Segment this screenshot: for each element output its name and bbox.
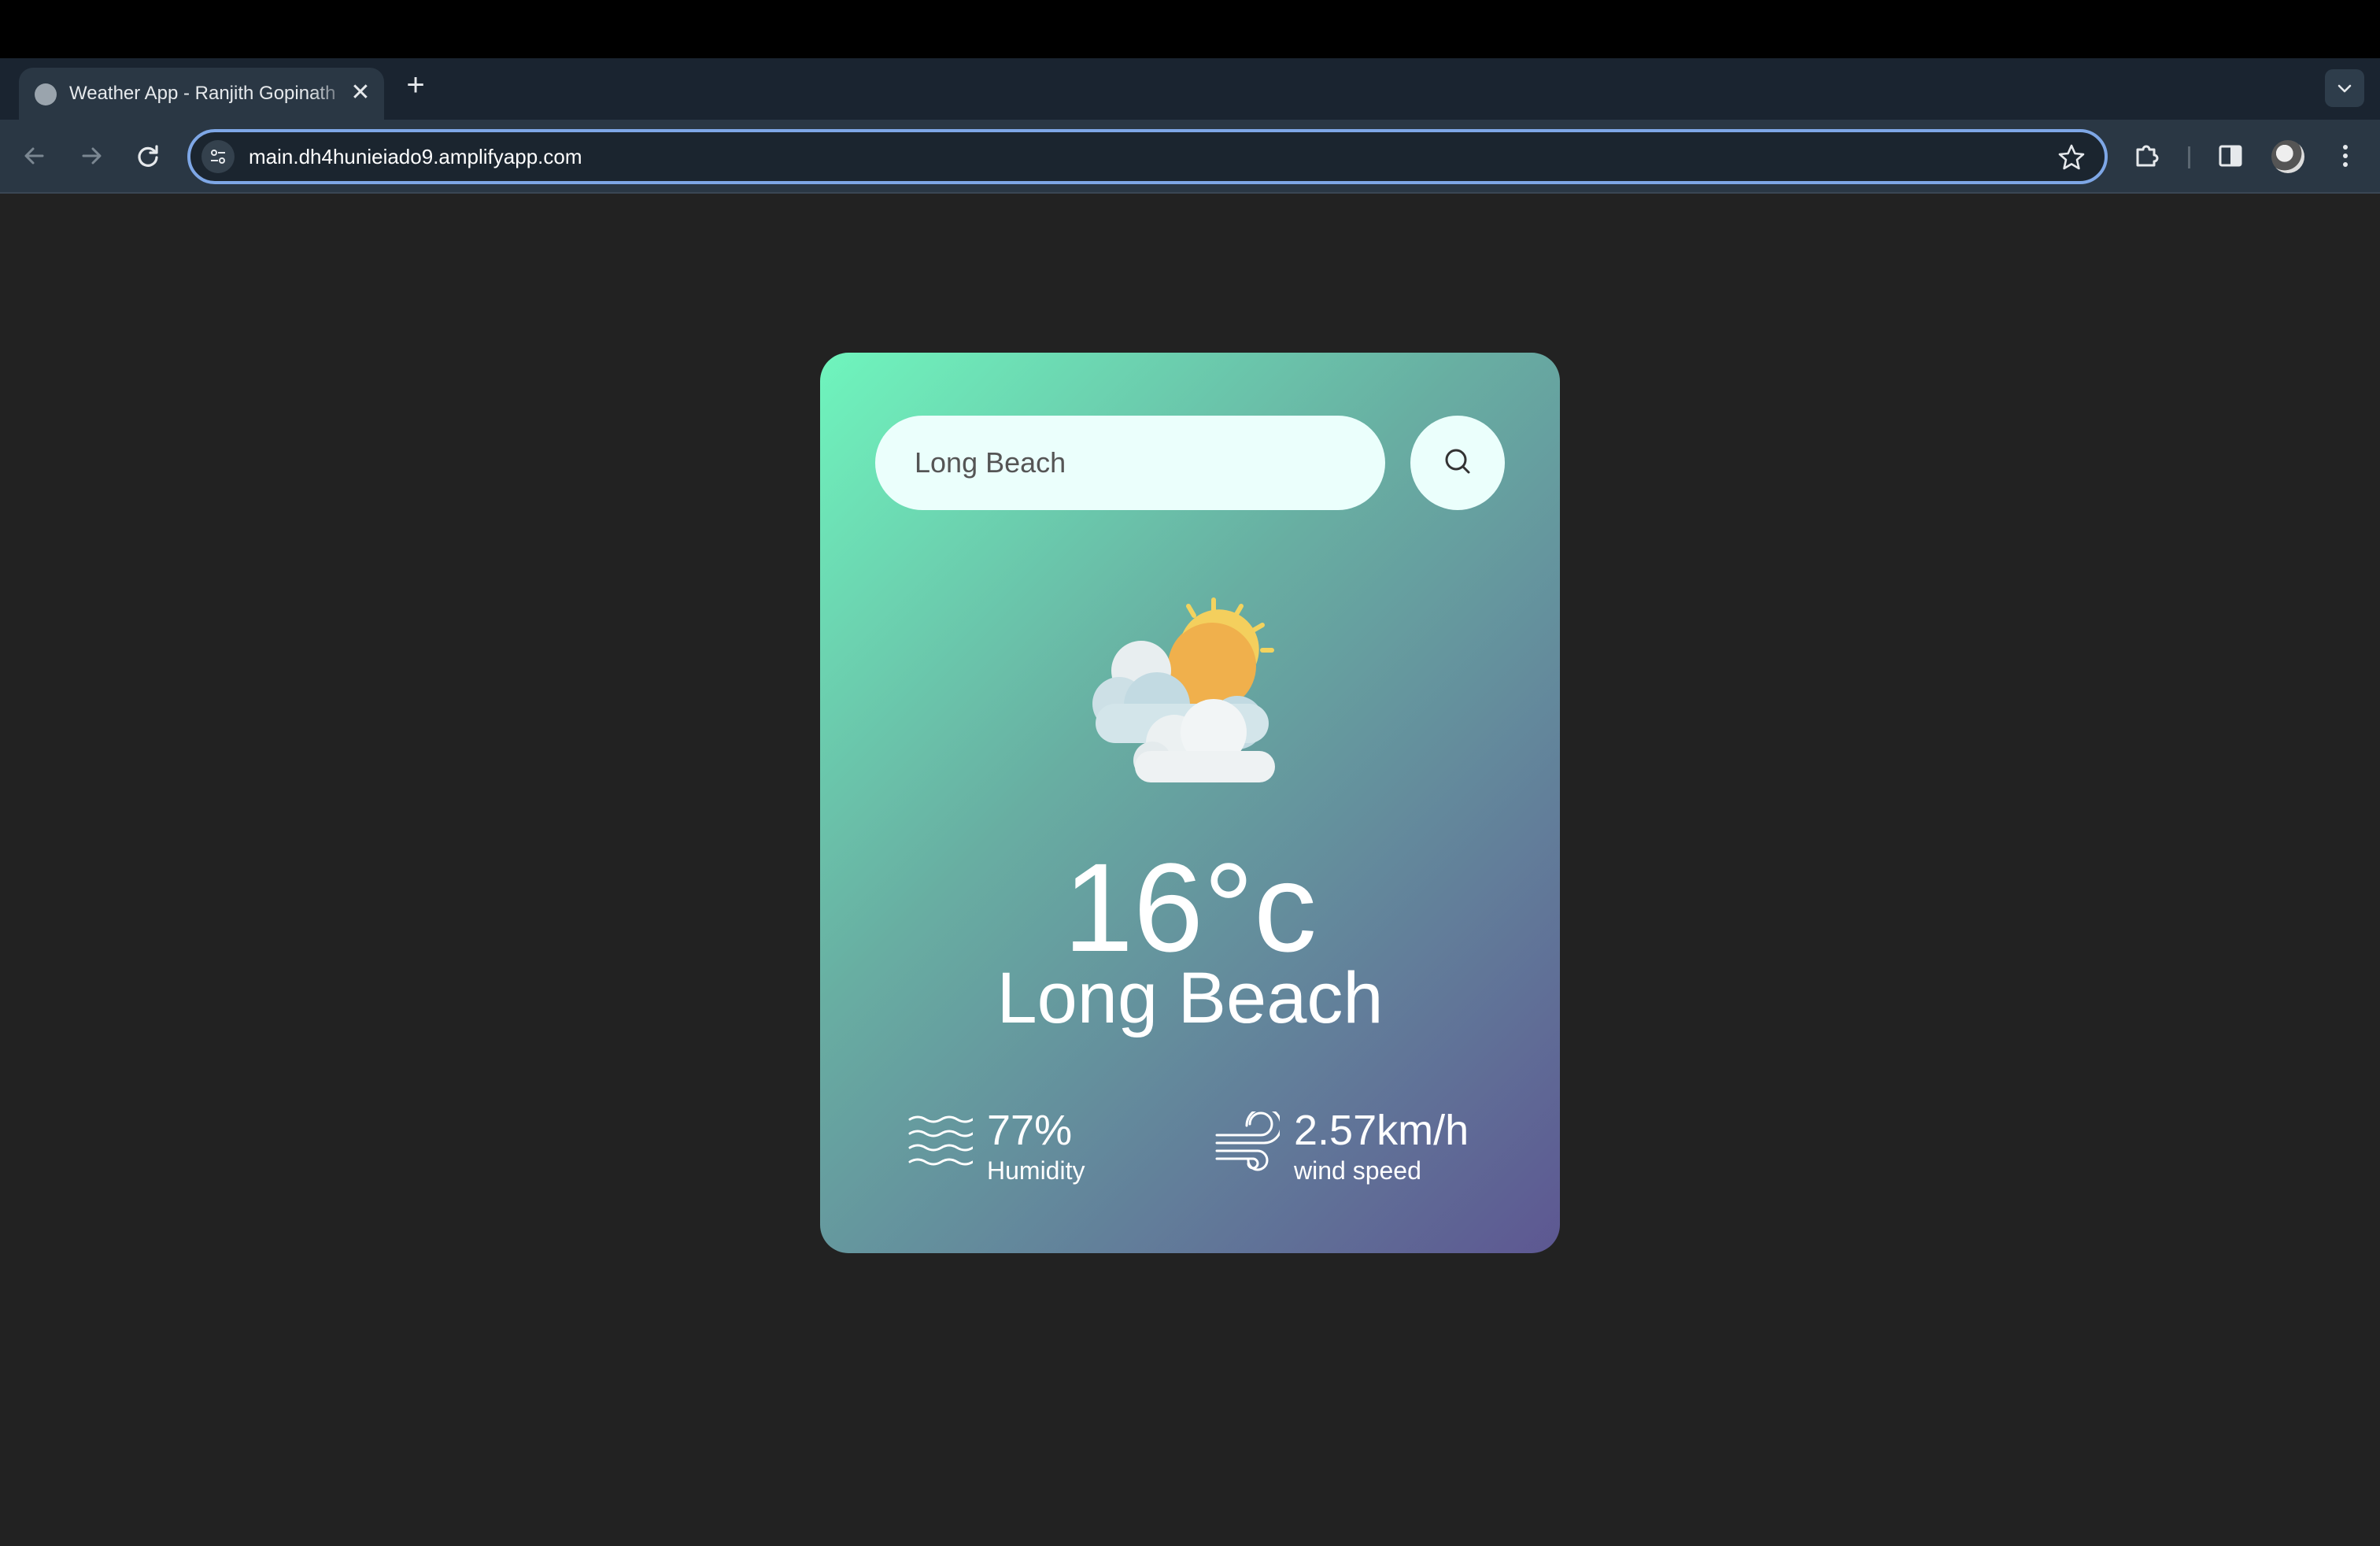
back-button[interactable] (17, 139, 52, 173)
tab-title: Weather App - Ranjith Gopinath (69, 83, 336, 104)
close-icon[interactable]: ✕ (346, 79, 375, 107)
wind-icon (1215, 1111, 1280, 1171)
humidity-value: 77% (987, 1107, 1073, 1154)
chevron-down-icon (2338, 84, 2352, 93)
globe-icon (35, 83, 57, 105)
temperature: 16°c (1063, 837, 1317, 978)
browser-toolbar: main.dh4hunieiado9.amplifyapp.com (0, 120, 2380, 194)
humidity-icon (908, 1115, 973, 1166)
search-icon (1445, 449, 1470, 474)
arrow-left-icon (24, 147, 44, 165)
extensions-icon[interactable] (2130, 139, 2164, 173)
city-name: Long Beach (996, 958, 1384, 1038)
wind-stat: 2.57km/h wind speed (1214, 1107, 1528, 1193)
browser-tab[interactable]: Weather App - Ranjith Gopinath ✕ (19, 68, 384, 120)
tune-icon (211, 150, 225, 164)
humidity-stat: 77% Humidity (907, 1107, 1127, 1193)
city-search-input[interactable] (875, 416, 1385, 510)
side-panel-icon[interactable] (2213, 139, 2248, 173)
site-info-button[interactable] (201, 140, 235, 173)
profile-avatar[interactable] (2271, 140, 2304, 173)
reload-icon (138, 145, 158, 167)
new-tab-button[interactable]: + (400, 69, 431, 101)
toolbar-divider (2188, 146, 2190, 168)
url-text[interactable]: main.dh4hunieiado9.amplifyapp.com (249, 143, 582, 170)
more-menu-icon[interactable] (2328, 139, 2363, 173)
weather-card: 16°c Long Beach 77% Humidity 2.57km/h wi… (820, 353, 1560, 1253)
star-icon[interactable] (2056, 142, 2087, 173)
reload-button[interactable] (131, 139, 165, 173)
forward-button[interactable] (74, 139, 109, 173)
partly-cloudy-icon (1092, 597, 1275, 782)
wind-speed-value: 2.57km/h (1294, 1107, 1469, 1154)
wind-speed-label: wind speed (1294, 1156, 1421, 1185)
tab-bar: Weather App - Ranjith Gopinath ✕ (0, 58, 2380, 120)
search-button[interactable] (1410, 416, 1505, 510)
arrow-right-icon (82, 147, 102, 165)
humidity-label: Humidity (987, 1156, 1085, 1185)
tab-search-button[interactable] (2325, 69, 2364, 107)
address-bar[interactable]: main.dh4hunieiado9.amplifyapp.com (187, 129, 2108, 184)
menu-bar (0, 0, 2380, 58)
